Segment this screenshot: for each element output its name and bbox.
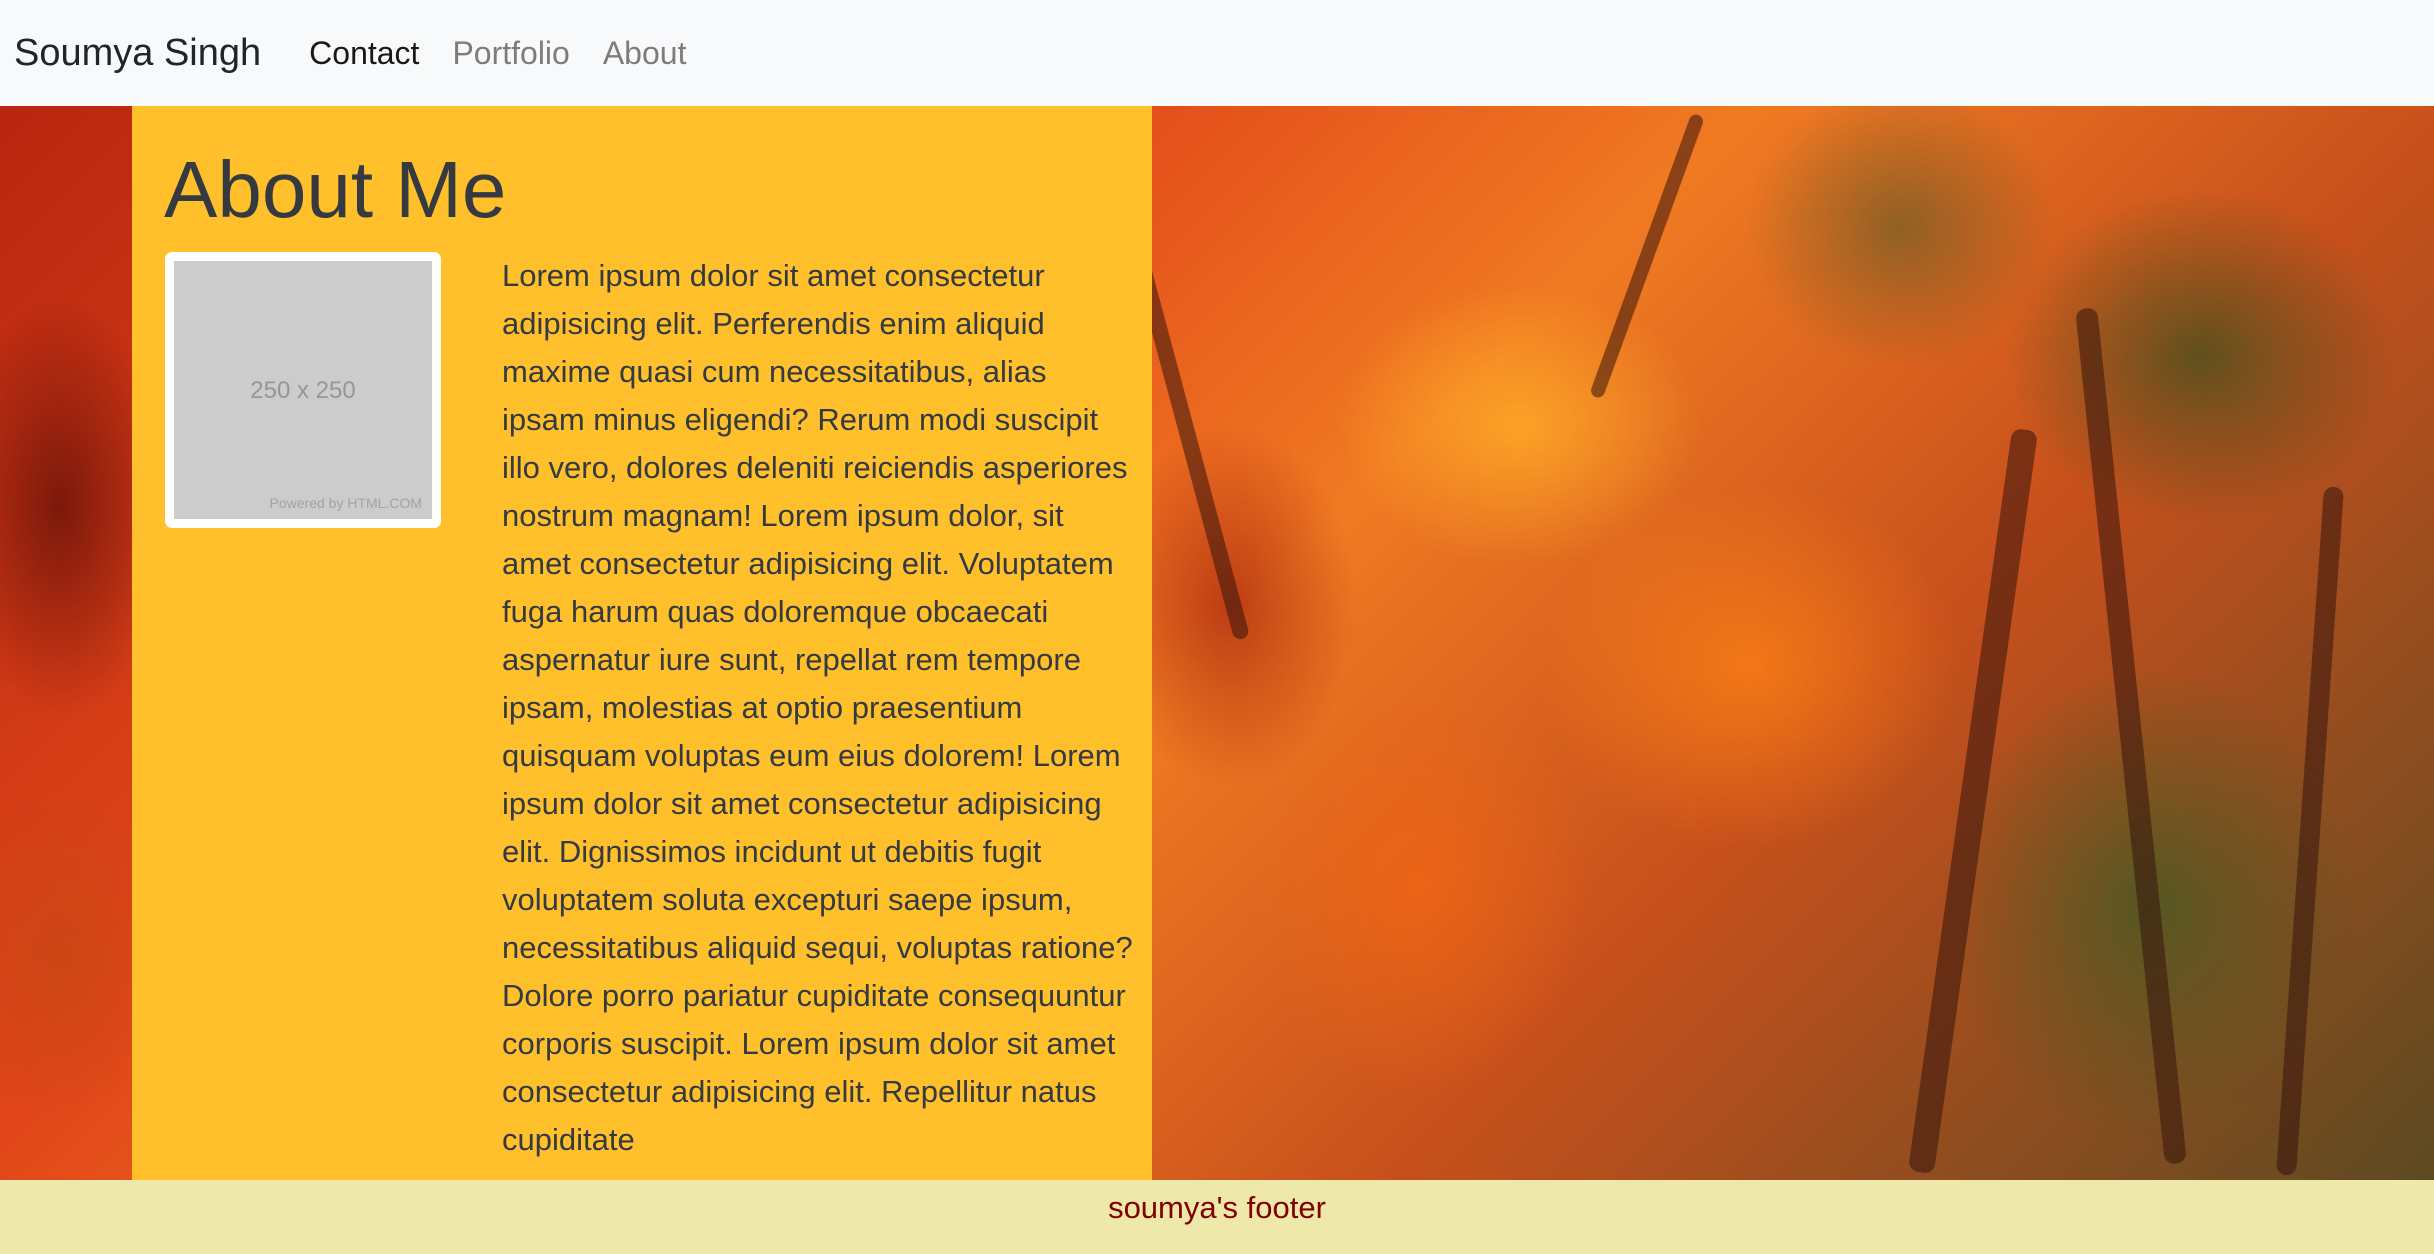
placeholder-image: 250 x 250 Powered by HTML.COM: [174, 261, 432, 519]
nav-link-portfolio[interactable]: Portfolio: [452, 35, 569, 72]
tree-trunk: [2275, 486, 2345, 1176]
tree-trunk: [2075, 307, 2187, 1165]
footer: soumya's footer: [0, 1180, 2434, 1254]
footer-text: soumya's footer: [1108, 1190, 1326, 1225]
navbar: Soumya Singh Contact Portfolio About: [0, 0, 2434, 106]
tree-trunk: [1907, 427, 2039, 1175]
nav-link-about[interactable]: About: [603, 35, 687, 72]
about-section: About Me 250 x 250 Powered by HTML.COM L…: [132, 106, 1152, 1180]
nav-link-contact[interactable]: Contact: [309, 35, 419, 72]
page: Soumya Singh Contact Portfolio About Abo…: [0, 0, 2434, 1254]
about-title: About Me: [164, 145, 507, 234]
navbar-brand[interactable]: Soumya Singh: [14, 32, 261, 75]
placeholder-powered-label: Powered by HTML.COM: [269, 495, 422, 511]
about-text: Lorem ipsum dolor sit amet consectetur a…: [502, 258, 1133, 1157]
profile-image-placeholder: 250 x 250 Powered by HTML.COM: [165, 252, 441, 528]
placeholder-size-label: 250 x 250: [250, 377, 356, 404]
tree-trunk: [1589, 112, 1705, 400]
